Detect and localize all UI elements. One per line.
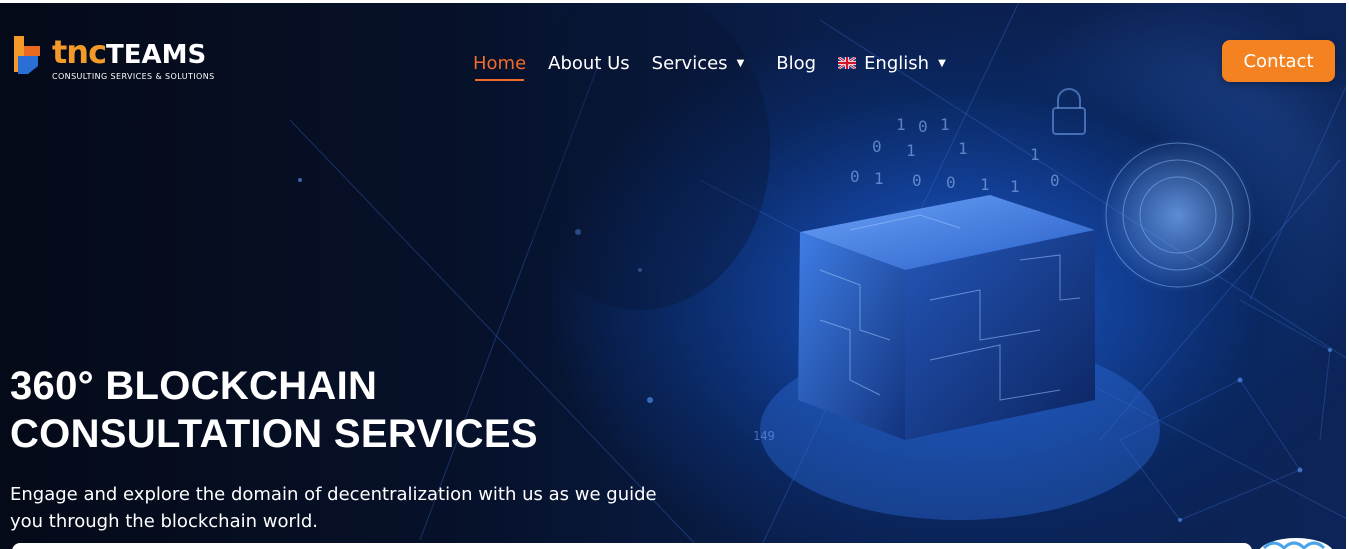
svg-text:0: 0 xyxy=(872,137,882,156)
contact-button[interactable]: Contact xyxy=(1222,40,1335,82)
nav-home[interactable]: Home xyxy=(473,48,527,81)
hero-title-line2: CONSULTATION SERVICES xyxy=(10,412,538,456)
brand-name: tncTEAMS xyxy=(52,34,206,73)
nav-about-us-label: About Us xyxy=(548,52,630,74)
top-border xyxy=(0,0,1349,3)
uk-flag-icon xyxy=(838,57,857,69)
svg-text:1: 1 xyxy=(1030,145,1040,164)
svg-text:1: 1 xyxy=(906,141,916,160)
svg-text:0: 0 xyxy=(912,171,922,190)
nav-about-us[interactable]: About Us xyxy=(548,48,630,78)
brand-tagline: CONSULTING SERVICES & SOLUTIONS xyxy=(52,72,215,81)
svg-text:1: 1 xyxy=(940,115,950,134)
caret-down-icon: ▼ xyxy=(938,57,946,69)
svg-text:0: 0 xyxy=(850,167,860,186)
language-label: English xyxy=(864,52,930,74)
hero-subtitle-line2: you through the blockchain world. xyxy=(10,511,319,532)
brand-logo[interactable]: tncTEAMS CONSULTING SERVICES & SOLUTIONS xyxy=(8,30,243,88)
svg-text:1: 1 xyxy=(958,139,968,158)
hero-subtitle-line1: Engage and explore the domain of decentr… xyxy=(10,484,657,505)
svg-text:0: 0 xyxy=(1050,171,1060,190)
nav-blog[interactable]: Blog xyxy=(776,48,816,78)
nav-services[interactable]: Services ▼ xyxy=(652,48,745,78)
caret-down-icon: ▼ xyxy=(736,57,745,69)
nav-services-label: Services xyxy=(651,52,728,74)
hero-title: 360° BLOCKCHAIN CONSULTATION SERVICES xyxy=(10,362,538,458)
logo-mark-icon xyxy=(14,36,40,74)
hero-section: 101 011 010 011 01 149 tncTEAMS CONSULTI… xyxy=(0,0,1349,549)
chat-widget-badge-icon[interactable] xyxy=(1256,532,1336,549)
brand-name-part2: TEAMS xyxy=(106,40,207,70)
svg-text:1: 1 xyxy=(874,169,884,188)
svg-text:1: 1 xyxy=(1010,177,1020,196)
nav-home-label: Home xyxy=(473,52,527,74)
svg-text:0: 0 xyxy=(946,173,956,192)
svg-text:1: 1 xyxy=(980,175,990,194)
svg-text:149: 149 xyxy=(753,429,775,443)
brand-name-part1: tnc xyxy=(52,33,107,71)
svg-text:1: 1 xyxy=(896,115,906,134)
hero-subtitle: Engage and explore the domain of decentr… xyxy=(10,481,690,535)
nav-blog-label: Blog xyxy=(776,52,817,74)
svg-text:0: 0 xyxy=(918,117,928,136)
language-selector[interactable]: English ▼ xyxy=(838,48,946,78)
hero-title-line1: 360° BLOCKCHAIN xyxy=(10,364,378,408)
form-card-edge xyxy=(12,543,1252,549)
main-nav: Home About Us Services ▼ Blog English ▼ xyxy=(470,48,968,81)
